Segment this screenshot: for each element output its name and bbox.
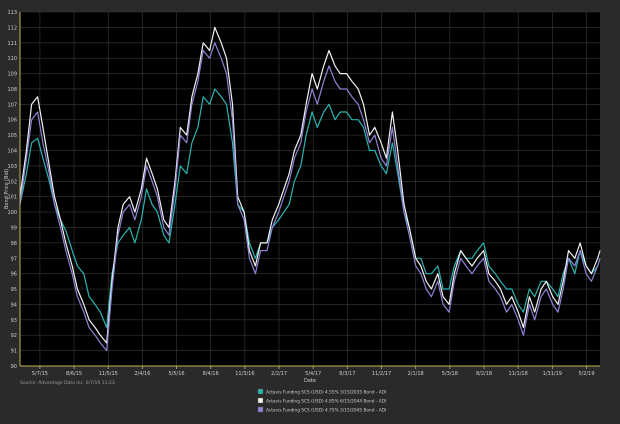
x-tick-label: 5/3/18 [442, 371, 458, 377]
x-tick-label: 8/2/18 [476, 371, 492, 377]
y-tick-label: 95 [11, 287, 17, 293]
y-tick-label: 91 [11, 349, 17, 355]
y-tick-label: 110 [7, 56, 17, 62]
y-tick-label: 112 [7, 25, 17, 31]
y-tick-label: 94 [11, 302, 17, 308]
plot-area [20, 12, 600, 366]
bond-price-chart: 9091929394959697989910010110210310410510… [0, 0, 620, 420]
y-tick-label: 106 [7, 118, 17, 124]
y-tick-label: 109 [7, 72, 17, 78]
x-tick-label: 2/2/17 [271, 371, 287, 377]
y-tick-label: 105 [7, 133, 17, 139]
x-tick-label: 5/2/19 [578, 371, 594, 377]
y-tick-label: 90 [11, 364, 17, 370]
y-tick-label: 92 [11, 333, 17, 339]
x-tick-label: 11/2/17 [372, 371, 391, 377]
x-tick-label: 11/3/16 [235, 371, 254, 377]
legend-swatch [257, 397, 264, 404]
x-tick-label: 8/3/17 [339, 371, 355, 377]
y-tick-label: 111 [7, 41, 17, 47]
y-axis-label: Bond Price (Bid) [4, 169, 10, 209]
x-tick-label: 8/4/16 [203, 371, 219, 377]
y-tick-label: 97 [11, 256, 17, 262]
y-tick-label: 100 [7, 210, 17, 216]
y-tick-label: 93 [11, 318, 17, 324]
legend-label: Actavis Funding SCS (USD) 4.75% 3/15/204… [266, 408, 386, 414]
x-tick-label: 11/5/15 [99, 371, 118, 377]
y-tick-label: 98 [11, 241, 17, 247]
chart-root: 90 91 92 93 94 95 96 97 98 99 100 101 102 103 104 105 10… [0, 0, 620, 420]
y-tick-label: 108 [7, 87, 17, 93]
legend-label: Actavis Funding SCS (USD) 4.85% 6/15/204… [266, 399, 386, 405]
legend-swatch [257, 388, 264, 395]
x-axis-label: Date [304, 378, 316, 384]
x-tick-label: 5/5/16 [168, 371, 184, 377]
x-tick-label: 5/7/15 [32, 371, 48, 377]
legend-swatch [257, 406, 264, 413]
y-tick-label: 113 [7, 10, 17, 16]
legend-label: Actavis Funding SCS (USD) 4.55% 3/15/203… [266, 390, 386, 396]
legend: Actavis Funding SCS (USD) 4.55% 3/15/203… [257, 388, 386, 414]
x-tick-label: 8/6/15 [66, 371, 82, 377]
x-tick-label: 5/4/17 [305, 371, 321, 377]
y-tick-label: 104 [7, 149, 17, 155]
y-tick-label: 96 [11, 272, 17, 278]
source-note: Source: Advantage Data Inc. 6/7/19 11:23 [20, 380, 115, 386]
y-tick-label: 107 [7, 102, 17, 108]
x-tick-label: 11/1/18 [509, 371, 528, 377]
x-tick-label: 2/4/16 [134, 371, 150, 377]
y-tick-label: 99 [11, 225, 17, 231]
x-tick-label: 1/31/19 [543, 371, 562, 377]
x-tick-label: 2/1/18 [408, 371, 424, 377]
